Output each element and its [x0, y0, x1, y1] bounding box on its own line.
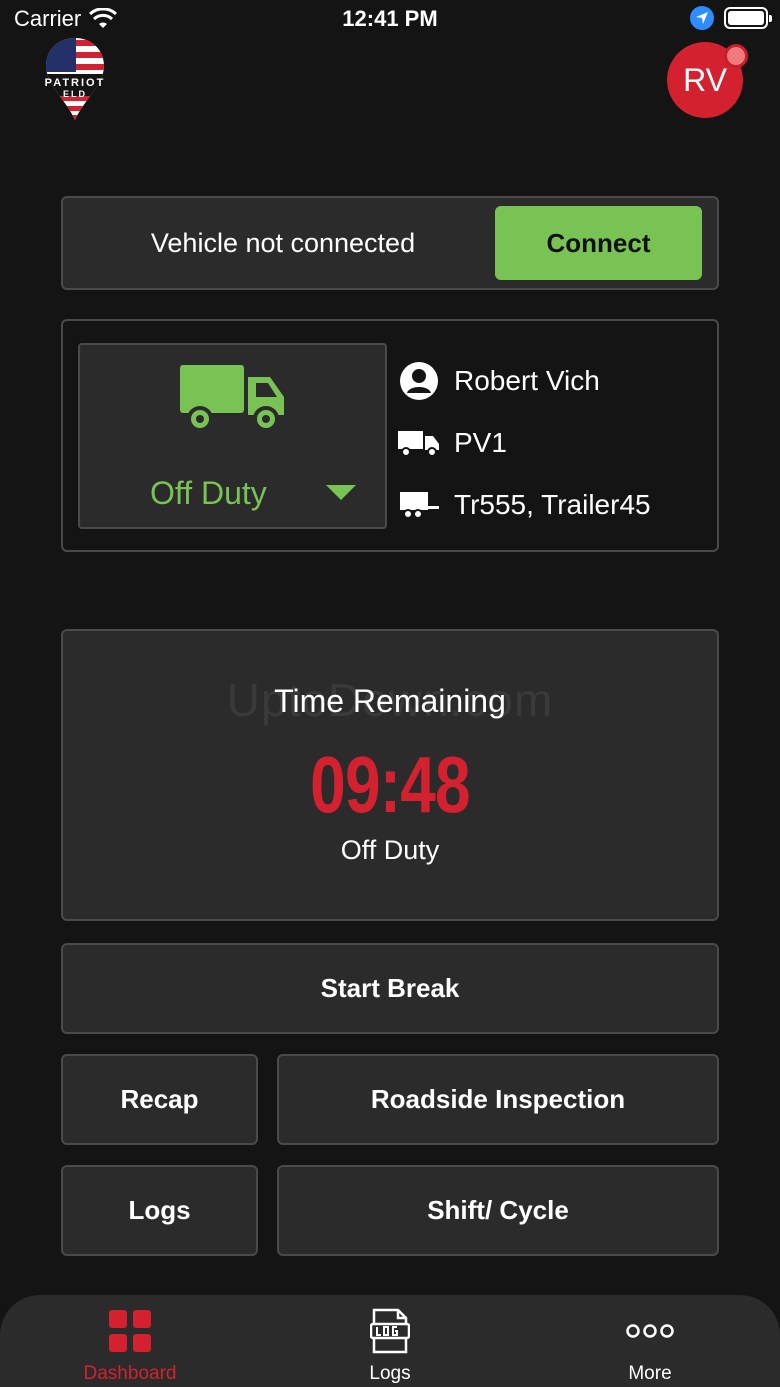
time-remaining-panel: UptoDown.com Time Remaining 09:48 Off Du…	[61, 629, 719, 921]
driver-row: Robert Vich	[398, 361, 600, 401]
tab-dashboard[interactable]: Dashboard	[30, 1295, 230, 1387]
time-remaining-title: Time Remaining	[274, 683, 506, 719]
vehicle-row: PV1	[398, 423, 507, 463]
vehicle-id: PV1	[454, 427, 507, 458]
logo-subtext: ELD	[63, 89, 87, 99]
log-document-icon	[370, 1308, 410, 1354]
shift-cycle-button[interactable]: Shift/ Cycle	[277, 1165, 719, 1256]
vehicle-connection-panel: Vehicle not connected Connect	[61, 196, 719, 290]
clock: 12:41 PM	[342, 6, 438, 31]
start-break-button[interactable]: Start Break	[61, 943, 719, 1034]
trailer-icon	[398, 485, 440, 525]
driver-name: Robert Vich	[454, 365, 600, 396]
truck-icon	[180, 365, 284, 432]
time-remaining-value: 09:48	[310, 740, 470, 829]
recap-button[interactable]: Recap	[61, 1054, 258, 1145]
tab-more[interactable]: More	[550, 1295, 750, 1387]
connect-button[interactable]: Connect	[495, 206, 702, 280]
logs-button[interactable]: Logs	[61, 1165, 258, 1256]
avatar-initials: RV	[683, 61, 727, 98]
tab-logs-label: Logs	[369, 1363, 411, 1384]
patriot-eld-logo: PATRIOT ELD	[36, 36, 114, 122]
dropdown-arrow-icon	[326, 485, 356, 500]
more-dots-icon	[626, 1309, 674, 1353]
trailer-row: Tr555, Trailer45	[398, 485, 651, 525]
dashboard-screen: Carrier 12:41 PM PATRIOT ELD RV Vehicle …	[0, 0, 780, 1387]
battery-icon	[724, 7, 772, 29]
roadside-inspection-button[interactable]: Roadside Inspection	[277, 1054, 719, 1145]
tab-more-label: More	[628, 1363, 672, 1384]
duty-status-label: Off Duty	[150, 475, 267, 511]
status-bar: Carrier 12:41 PM	[0, 0, 780, 40]
time-remaining-status: Off Duty	[340, 835, 440, 865]
trailer-ids: Tr555, Trailer45	[454, 489, 651, 520]
notification-dot	[724, 44, 748, 68]
connection-status-text: Vehicle not connected	[150, 227, 416, 258]
driver-status-card: Off Duty Robert Vich PV1 Tr555, Trailer4…	[61, 319, 719, 552]
tab-logs[interactable]: Logs	[290, 1295, 490, 1387]
bottom-tab-bar: Dashboard Logs More	[0, 1295, 780, 1387]
logo-text: PATRIOT	[44, 77, 106, 89]
vehicle-truck-icon	[398, 423, 440, 463]
location-arrow-icon	[690, 6, 714, 30]
user-circle-icon	[398, 361, 440, 401]
tab-dashboard-label: Dashboard	[83, 1363, 177, 1384]
duty-status-selector[interactable]: Off Duty	[78, 343, 387, 529]
dashboard-grid-icon	[109, 1309, 151, 1353]
status-icons	[690, 6, 772, 30]
